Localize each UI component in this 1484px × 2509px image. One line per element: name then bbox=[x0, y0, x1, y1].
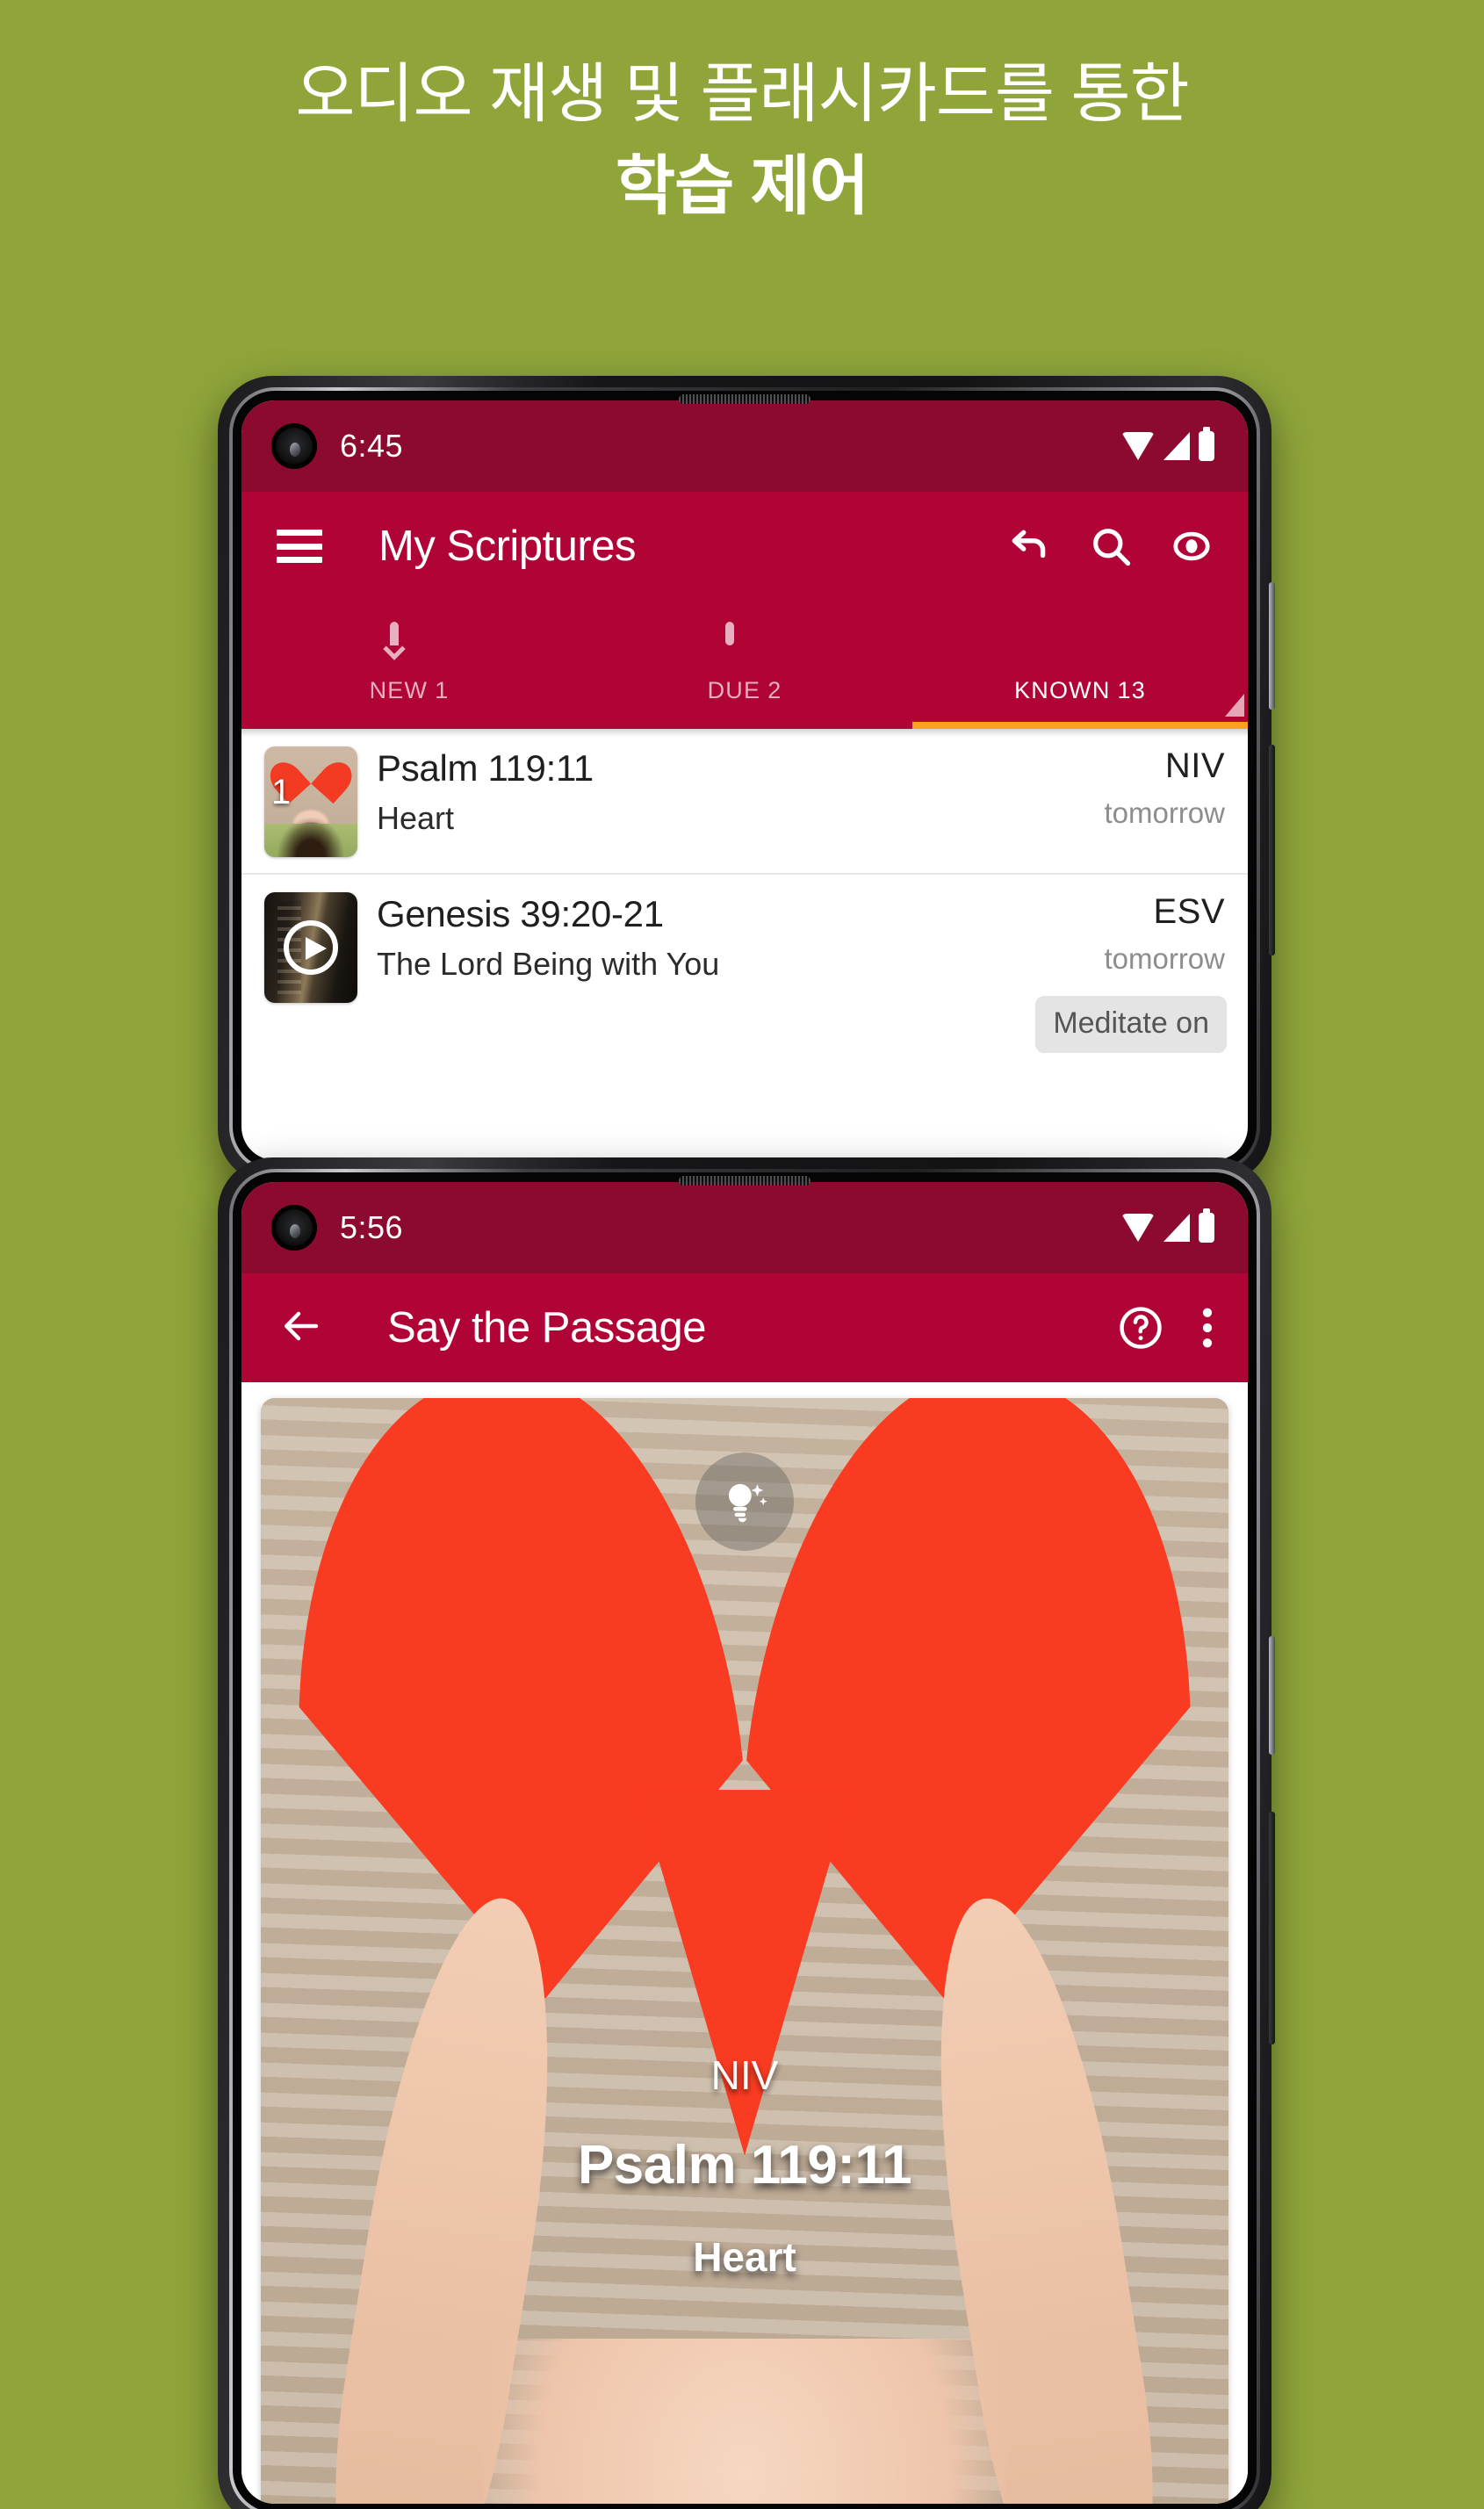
scripture-list: 1 Psalm 119:11 Heart NIV tomorrow Genesi… bbox=[241, 729, 1248, 1053]
scripture-reference: Psalm 119:11 bbox=[577, 2134, 912, 2195]
volume-button[interactable] bbox=[1269, 745, 1275, 955]
status-time: 6:45 bbox=[340, 428, 404, 464]
scripture-thumbnail[interactable] bbox=[264, 892, 357, 1003]
overflow-menu-icon[interactable] bbox=[1199, 1303, 1216, 1352]
list-item[interactable]: Genesis 39:20-21 The Lord Being with You… bbox=[241, 873, 1248, 1053]
flashcard-stage: NIV Psalm 119:11 Heart bbox=[241, 1382, 1248, 2504]
list-item-meta: NIV tomorrow bbox=[1091, 746, 1225, 830]
tab-known[interactable]: KNOWN 13 bbox=[912, 601, 1248, 729]
battery-icon bbox=[1199, 427, 1214, 461]
phone2-screen: 5:56 Say the Passage NIV Psalm 119:11 He… bbox=[241, 1182, 1248, 2504]
power-button[interactable] bbox=[1269, 1636, 1275, 1755]
scripture-title: Heart bbox=[693, 2233, 796, 2280]
status-icon-group bbox=[1121, 427, 1214, 461]
page-title: Say the Passage bbox=[387, 1304, 706, 1352]
flashcard-text-overlay: NIV Psalm 119:11 Heart bbox=[261, 2051, 1228, 2281]
back-arrow-icon[interactable] bbox=[277, 1305, 326, 1352]
status-time: 5:56 bbox=[340, 1209, 404, 1245]
eye-icon[interactable] bbox=[1167, 523, 1216, 569]
scripture-thumbnail: 1 bbox=[264, 746, 357, 857]
tab-new-label: NEW 1 bbox=[369, 676, 450, 703]
app-bar-actions bbox=[1116, 1303, 1216, 1352]
scroll-hint-icon bbox=[1225, 694, 1244, 717]
volume-button[interactable] bbox=[1269, 1812, 1275, 2044]
earpiece-speaker bbox=[679, 394, 810, 404]
flashcard-background-photo bbox=[261, 1398, 1228, 2504]
meditate-on-tooltip: Meditate on bbox=[1035, 996, 1227, 1053]
earpiece-speaker bbox=[679, 1176, 810, 1186]
scripture-title: The Lord Being with You bbox=[377, 946, 720, 983]
tab-new[interactable]: NEW 1 bbox=[241, 601, 577, 729]
wifi-icon bbox=[1121, 1214, 1155, 1242]
bible-version: ESV bbox=[1153, 892, 1225, 931]
scripture-status-tabs: NEW 1 DUE 2 KNOWN 13 bbox=[241, 601, 1248, 729]
active-tab-indicator bbox=[912, 722, 1248, 729]
scripture-flashcard[interactable]: NIV Psalm 119:11 Heart bbox=[261, 1398, 1228, 2504]
phone-mockup-say-the-passage: 5:56 Say the Passage NIV Psalm 119:11 He… bbox=[218, 1157, 1275, 2509]
list-item-body: Psalm 119:11 Heart bbox=[357, 746, 1091, 838]
headline-line-2: 학습 제어 bbox=[616, 148, 869, 222]
page-title: My Scriptures bbox=[378, 523, 637, 570]
phone1-app-bar: My Scriptures bbox=[241, 492, 1248, 601]
checked-box-icon bbox=[1061, 626, 1099, 672]
help-icon[interactable] bbox=[1116, 1303, 1165, 1352]
status-icon-group bbox=[1121, 1208, 1214, 1243]
signal-icon bbox=[1163, 432, 1190, 460]
headline-line-1: 오디오 재생 및 플래시카드를 통한 bbox=[295, 57, 1189, 130]
bible-version: NIV bbox=[710, 2051, 779, 2098]
phone2-status-bar: 5:56 bbox=[241, 1182, 1248, 1273]
phone-mockup-scripture-list: 6:45 My Scriptures NEW 1 DUE 2 KNOWN 13 … bbox=[218, 376, 1275, 1184]
lightbulb-sparkle-icon[interactable] bbox=[695, 1453, 794, 1551]
list-item-meta: ESV tomorrow Meditate on bbox=[1035, 892, 1227, 1053]
front-camera-icon bbox=[271, 423, 317, 469]
signal-icon bbox=[1163, 1214, 1190, 1242]
scripture-title: Heart bbox=[377, 800, 455, 837]
page-headline: 오디오 재생 및 플래시카드를 통한 학습 제어 bbox=[0, 53, 1484, 227]
scripture-reference: Psalm 119:11 bbox=[377, 747, 594, 789]
due-date: tomorrow bbox=[1104, 797, 1225, 829]
due-date: tomorrow bbox=[1104, 942, 1225, 975]
inbox-icon bbox=[390, 621, 429, 672]
phone1-status-bar: 6:45 bbox=[241, 400, 1248, 492]
play-icon[interactable] bbox=[284, 920, 338, 975]
search-icon[interactable] bbox=[1088, 523, 1134, 569]
scripture-reference: Genesis 39:20-21 bbox=[377, 893, 664, 934]
wifi-icon bbox=[1121, 432, 1155, 460]
tab-known-label: KNOWN 13 bbox=[1014, 676, 1146, 703]
undo-icon[interactable] bbox=[1005, 524, 1055, 568]
thumbnail-badge: 1 bbox=[271, 773, 292, 811]
tab-due-label: DUE 2 bbox=[707, 676, 782, 703]
battery-icon bbox=[1199, 1208, 1214, 1243]
list-item-body: Genesis 39:20-21 The Lord Being with You bbox=[357, 892, 1091, 984]
phone1-screen: 6:45 My Scriptures NEW 1 DUE 2 KNOWN 13 … bbox=[241, 400, 1248, 1160]
hamburger-menu-icon[interactable] bbox=[277, 530, 322, 563]
list-item[interactable]: 1 Psalm 119:11 Heart NIV tomorrow bbox=[241, 729, 1248, 873]
tab-due[interactable]: DUE 2 bbox=[577, 601, 912, 729]
power-button[interactable] bbox=[1269, 582, 1275, 710]
empty-box-icon bbox=[725, 621, 764, 672]
phone2-app-bar: Say the Passage bbox=[241, 1273, 1248, 1382]
bible-version: NIV bbox=[1164, 746, 1225, 785]
app-bar-actions bbox=[1005, 523, 1216, 569]
front-camera-icon bbox=[271, 1205, 317, 1251]
